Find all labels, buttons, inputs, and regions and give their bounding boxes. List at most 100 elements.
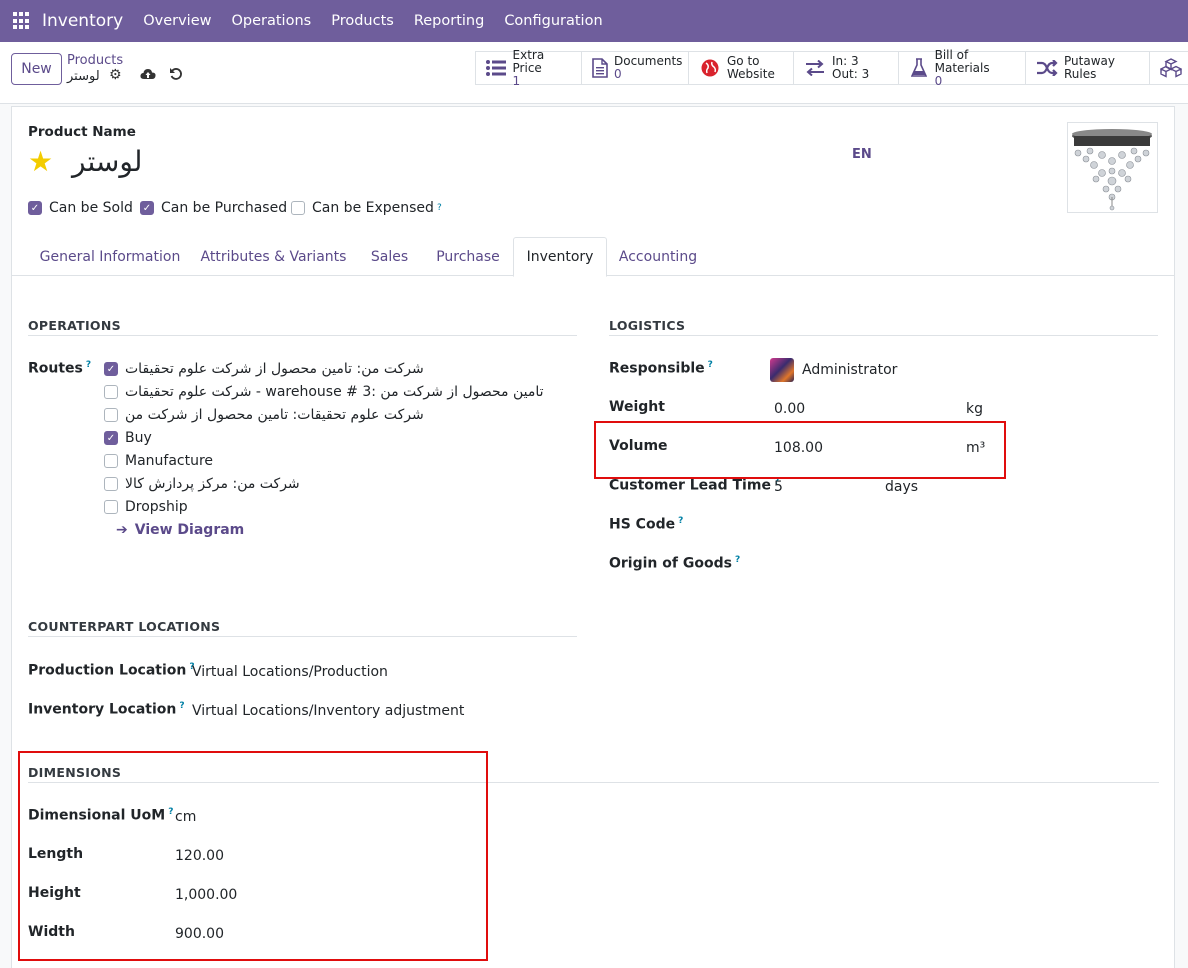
arrow-right-icon: ➔ [116, 522, 128, 538]
menu-operations[interactable]: Operations [231, 13, 311, 29]
can-be-purchased-checkbox[interactable]: ✓ Can be Purchased [140, 200, 287, 216]
checkbox-checked-icon[interactable]: ✓ [28, 201, 42, 215]
route-label: شرکت من: مرکز پردازش کالا [125, 476, 300, 492]
in-out-button[interactable]: In: 3 Out: 3 [794, 52, 899, 84]
notebook-tabs: General Information Attributes & Variant… [12, 237, 1174, 277]
checkbox-unchecked-icon[interactable] [104, 408, 118, 422]
documents-count: 0 [614, 67, 622, 81]
breadcrumb-current: لوستر [67, 69, 100, 84]
can-be-expensed-checkbox[interactable]: Can be Expensed ? [291, 200, 442, 216]
route-item[interactable]: ✓ شرکت من: تامین محصول از شرکت علوم تحقیق… [104, 361, 424, 377]
gear-icon[interactable]: ⚙ [109, 67, 122, 83]
breadcrumb-products[interactable]: Products [67, 53, 123, 68]
route-label: Buy [125, 430, 152, 446]
menu-configuration[interactable]: Configuration [504, 13, 602, 29]
view-diagram-label: View Diagram [134, 522, 245, 538]
route-label: تامین محصول از شرکت من :warehouse # 3 - … [125, 384, 544, 400]
route-item[interactable]: ✓ Buy [104, 430, 152, 446]
checkbox-checked-icon[interactable]: ✓ [140, 201, 154, 215]
dimensions-highlight-box [18, 751, 488, 961]
counterpart-divider [28, 636, 577, 637]
putaway-rules-label: Putaway Rules [1064, 54, 1115, 81]
control-panel: New Products لوستر ⚙ Extra Price 1 Docume… [0, 42, 1188, 104]
volume-highlight-box [594, 421, 1006, 479]
document-icon [592, 58, 608, 78]
can-be-expensed-label: Can be Expensed [312, 200, 434, 216]
help-icon[interactable]: ? [179, 701, 184, 711]
discard-icon[interactable] [169, 67, 183, 85]
product-name-label: Product Name [28, 124, 136, 140]
cloud-upload-icon[interactable] [140, 67, 156, 85]
responsible-field[interactable]: Administrator [802, 362, 897, 378]
avatar [770, 358, 794, 382]
flask-icon [909, 58, 929, 78]
logistics-section-title: LOGISTICS [609, 318, 686, 333]
favorite-star-icon[interactable]: ★ [28, 145, 53, 178]
documents-button[interactable]: Documents 0 [582, 52, 689, 84]
tab-inventory[interactable]: Inventory [513, 237, 607, 277]
smart-buttons: Extra Price 1 Documents 0 Go to Website In:… [475, 47, 1188, 87]
help-icon[interactable]: ? [735, 555, 740, 565]
checkbox-unchecked-icon[interactable] [104, 477, 118, 491]
can-be-sold-checkbox[interactable]: ✓ Can be Sold [28, 200, 133, 216]
route-item[interactable]: تامین محصول از شرکت من :warehouse # 3 - … [104, 384, 544, 400]
inventory-location-field[interactable]: Virtual Locations/Inventory adjustment [192, 703, 464, 719]
help-icon[interactable]: ? [708, 360, 713, 370]
view-diagram-link[interactable]: ➔ View Diagram [116, 522, 244, 538]
top-navbar: Inventory Overview Operations Products R… [0, 0, 1188, 42]
routes-label: Routes? [28, 360, 92, 377]
tab-sales[interactable]: Sales [356, 237, 423, 276]
checkbox-unchecked-icon[interactable] [104, 500, 118, 514]
menu-products[interactable]: Products [331, 13, 394, 29]
checkbox-checked-icon[interactable]: ✓ [104, 362, 118, 376]
production-location-field[interactable]: Virtual Locations/Production [192, 664, 388, 680]
operations-divider [28, 335, 577, 336]
help-icon[interactable]: ? [86, 360, 91, 370]
app-name[interactable]: Inventory [42, 11, 123, 31]
transfer-arrows-icon [804, 58, 826, 78]
customer-lead-time-field[interactable]: 5 [774, 479, 783, 495]
extra-price-count: 1 [512, 73, 521, 88]
menu-overview[interactable]: Overview [143, 13, 211, 29]
cubes-icon [1160, 58, 1182, 78]
can-be-sold-label: Can be Sold [49, 200, 133, 216]
out-count: Out: 3 [832, 67, 870, 81]
menu-reporting[interactable]: Reporting [414, 13, 485, 29]
bill-of-materials-button[interactable]: Bill of Materials 0 [899, 48, 1026, 87]
responsible-label: Responsible? [609, 360, 713, 377]
tab-general-information[interactable]: General Information [29, 237, 191, 276]
help-icon[interactable]: ? [678, 516, 683, 526]
weight-label: Weight [609, 399, 665, 415]
extra-price-label: Extra Price [512, 47, 545, 75]
route-item[interactable]: شرکت علوم تحقیقات: تامین محصول از شرکت م… [104, 407, 424, 423]
product-name-input[interactable]: لوستر [72, 145, 142, 178]
tab-attributes-variants[interactable]: Attributes & Variants [192, 237, 355, 276]
help-icon[interactable]: ? [437, 203, 442, 213]
route-item[interactable]: Dropship [104, 499, 188, 515]
globe-icon [699, 58, 721, 78]
route-item[interactable]: شرکت من: مرکز پردازش کالا [104, 476, 300, 492]
inventory-location-label: Inventory Location? [28, 701, 185, 718]
weight-field[interactable]: 0.00 [774, 401, 805, 417]
checkbox-checked-icon[interactable]: ✓ [104, 431, 118, 445]
checkbox-unchecked-icon[interactable] [104, 385, 118, 399]
go-to-website-button[interactable]: Go to Website [689, 52, 794, 84]
product-image[interactable] [1067, 122, 1158, 213]
origin-of-goods-label: Origin of Goods? [609, 555, 741, 572]
chandelier-image [1072, 129, 1152, 211]
tab-accounting[interactable]: Accounting [608, 237, 708, 276]
extra-price-button[interactable]: Extra Price 1 [476, 47, 582, 87]
checkbox-unchecked-icon[interactable] [104, 454, 118, 468]
new-button[interactable]: New [11, 53, 62, 85]
app-menu-icon[interactable] [13, 12, 31, 30]
storage-button[interactable]: S [1150, 52, 1188, 84]
route-label: Manufacture [125, 453, 214, 469]
counterpart-section-title: COUNTERPART LOCATIONS [28, 619, 221, 634]
putaway-rules-button[interactable]: Putaway Rules [1026, 52, 1150, 84]
lead-time-unit: days [885, 479, 919, 495]
checkbox-unchecked-icon[interactable] [291, 201, 305, 215]
production-location-label: Production Location? [28, 662, 195, 679]
tab-purchase[interactable]: Purchase [424, 237, 512, 276]
language-button[interactable]: EN [852, 147, 872, 162]
route-item[interactable]: Manufacture [104, 453, 213, 469]
